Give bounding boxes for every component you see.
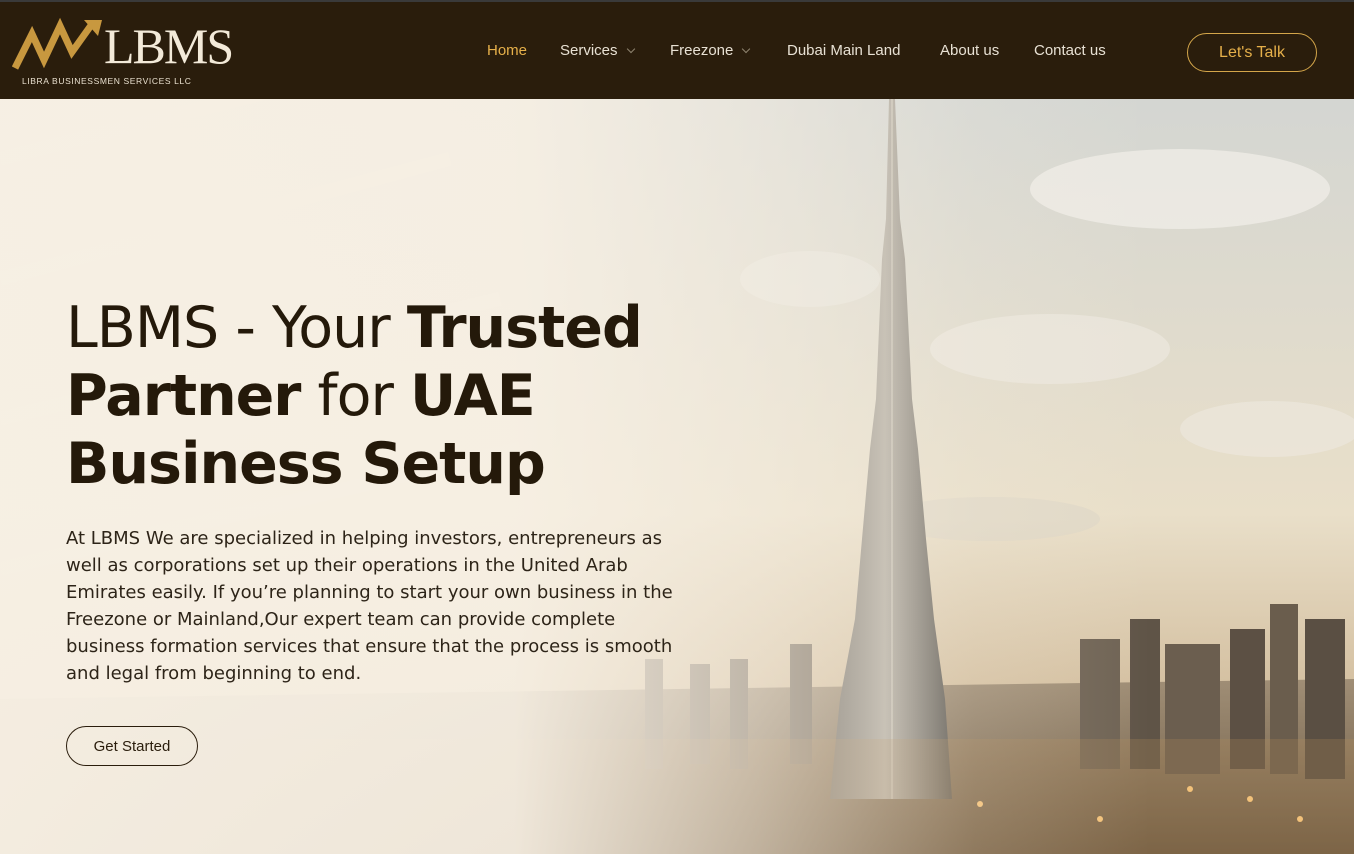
nav-services-label: Services [560,42,618,59]
nav-about-us-label: About us [940,42,1000,59]
nav-contact-us-label: Contact us [1034,42,1106,59]
hero-title-part-5: UAE [410,363,536,429]
lbms-logo[interactable]: LBMS LIBRA BUSINESSMEN SERVICES LLC [12,16,234,90]
nav-dubai-main-land-label: Dubai Main Land [787,42,901,59]
chevron-down-icon [742,44,751,54]
hero-description: At LBMS We are specialized in helping in… [66,528,673,684]
nav-freezone[interactable]: Freezone [670,42,751,59]
nav-about-us[interactable]: About us [940,42,999,59]
logo-wordmark: LBMS [104,18,234,74]
nav-freezone-label: Freezone [670,42,734,59]
hero-title-part-3: Partner [66,363,301,429]
nav-home[interactable]: Home [487,42,527,59]
hero-section: LBMS - Your Trusted Partner for UAE Busine… [0,99,1354,854]
lets-talk-button[interactable]: Let's Talk [1187,33,1317,72]
site-header: LBMS LIBRA BUSINESSMEN SERVICES LLC Home… [0,0,1354,99]
hero-title-part-1: LBMS - Your [66,295,407,361]
hero-title: LBMS - Your Trusted Partner for UAE Busine… [66,294,706,498]
nav-contact-us[interactable]: Contact us [1034,42,1106,59]
logo-tagline: LIBRA BUSINESSMEN SERVICES LLC [22,76,192,86]
nav-services[interactable]: Services [560,42,635,59]
hero-title-part-4: for [300,363,411,429]
hero-title-part-6: Business Setup [66,431,546,497]
get-started-button[interactable]: Get Started [66,726,198,766]
logo-mark-icon [12,17,102,70]
nav-home-label: Home [487,42,528,59]
hero-title-part-2: Trusted [406,295,643,361]
nav-dubai-main-land[interactable]: Dubai Main Land [787,42,900,59]
chevron-down-icon [626,44,635,54]
